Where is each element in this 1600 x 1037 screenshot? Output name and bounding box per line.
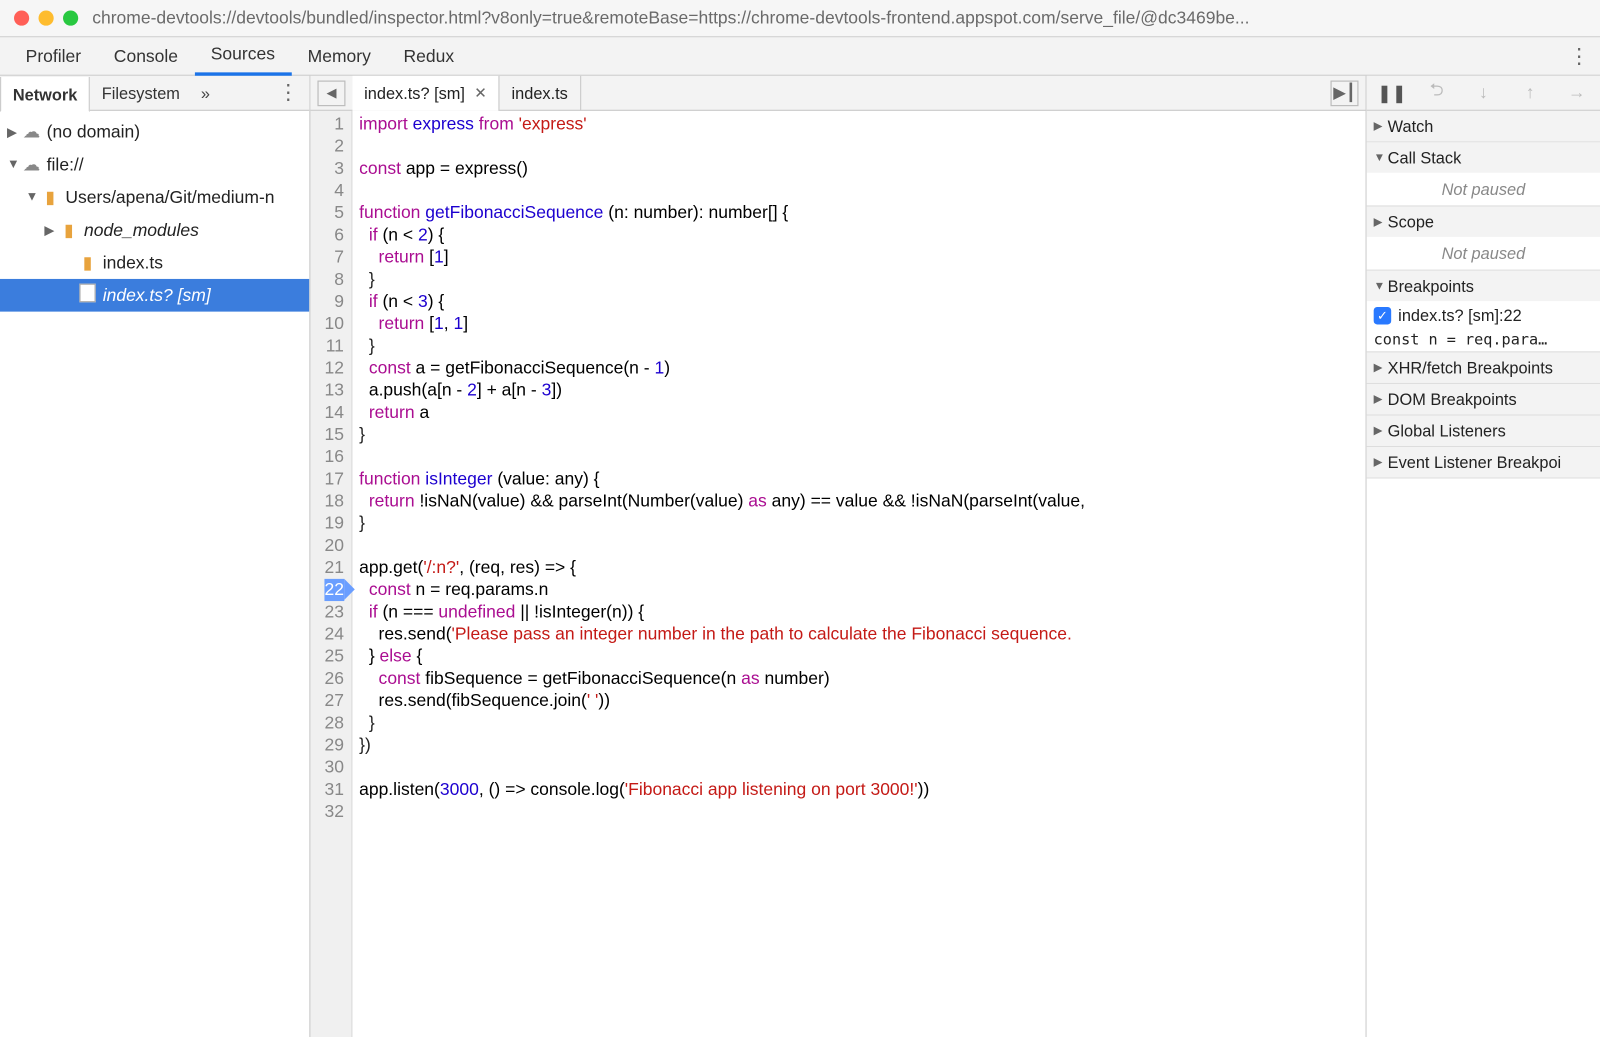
editor-tab-label: index.ts? [sm] [364,75,465,110]
pause-icon[interactable]: ❚❚ [1377,82,1403,103]
tab-console[interactable]: Console [97,37,194,76]
maximize-window-icon[interactable] [63,11,78,26]
folder-icon: ▮ [58,219,79,240]
section-title: Watch [1388,117,1434,136]
section-dom-breakpoints: ▶DOM Breakpoints [1367,384,1600,416]
close-tab-icon[interactable]: ✕ [474,75,487,110]
step-into-icon[interactable]: ↓ [1471,83,1497,103]
not-paused-label: Not paused [1367,237,1600,270]
tree-label: (no domain) [47,122,140,142]
step-out-icon[interactable]: ↑ [1517,83,1543,103]
tree-label: file:// [47,155,84,175]
section-title: Event Listener Breakpoi [1388,453,1561,472]
more-menu-icon[interactable]: ⋮ [1567,44,1590,69]
line-gutter[interactable]: 1234567891011121314151617181920212223242… [310,111,352,1037]
section-header[interactable]: ▼Breakpoints [1367,271,1600,301]
section-header[interactable]: ▼Call Stack [1367,142,1600,172]
section-title: Scope [1388,212,1434,231]
section-call-stack: ▼Call Stack Not paused [1367,142,1600,206]
tree-project-folder[interactable]: ▼▮ Users/apena/Git/medium-n [0,181,309,214]
tab-profiler[interactable]: Profiler [9,37,97,76]
editor-tab-index-ts[interactable]: index.ts [500,75,581,110]
section-header[interactable]: ▶Event Listener Breakpoi [1367,447,1600,477]
section-xhr-breakpoints: ▶XHR/fetch Breakpoints [1367,352,1600,384]
step-over-icon[interactable]: ⮌ [1424,78,1450,107]
tree-label: index.ts? [sm] [103,285,211,305]
not-paused-label: Not paused [1367,173,1600,206]
section-watch: ▶Watch [1367,111,1600,143]
section-header[interactable]: ▶Scope [1367,207,1600,237]
show-debugger-icon[interactable]: ▶┃ [1330,80,1358,106]
file-icon: ▮ [77,252,98,273]
minimize-window-icon[interactable] [39,11,54,26]
tree-label: index.ts [103,253,163,273]
cloud-icon [21,121,42,142]
file-tree: ▶ (no domain) ▼ file:// ▼▮ Users/apena/G… [0,111,309,1037]
step-icon[interactable]: → [1564,83,1590,103]
tab-redux[interactable]: Redux [387,37,470,76]
section-scope: ▶Scope Not paused [1367,207,1600,271]
section-header[interactable]: ▶Watch [1367,111,1600,141]
section-title: XHR/fetch Breakpoints [1388,358,1553,377]
section-header[interactable]: ▶XHR/fetch Breakpoints [1367,352,1600,382]
tab-memory[interactable]: Memory [291,37,387,76]
navigator-more-icon[interactable]: ⋮ [277,81,300,106]
file-icon [77,284,98,307]
section-title: Global Listeners [1388,421,1506,440]
tree-file-scheme[interactable]: ▼ file:// [0,148,309,181]
section-title: Breakpoints [1388,277,1474,296]
debugger-toolbar: ❚❚ ⮌ ↓ ↑ → [1367,76,1600,111]
close-window-icon[interactable] [14,11,29,26]
cloud-icon [21,154,42,175]
navigator-subtabs: Network Filesystem » ⋮ [0,76,309,111]
tree-label: Users/apena/Git/medium-n [65,187,274,207]
folder-icon: ▮ [40,187,61,208]
code-editor[interactable]: 1234567891011121314151617181920212223242… [310,111,1365,1037]
window-titlebar: chrome-devtools://devtools/bundled/inspe… [0,0,1600,37]
show-navigator-icon[interactable]: ◀ [317,80,345,106]
code-content[interactable]: import express from 'express'const app =… [352,111,1365,1037]
section-title: Call Stack [1388,148,1462,167]
subtab-filesystem[interactable]: Filesystem [90,75,191,110]
subtab-more-icon[interactable]: » [192,83,220,102]
editor-tab-index-sm[interactable]: index.ts? [sm] ✕ [352,75,499,110]
window-url: chrome-devtools://devtools/bundled/inspe… [92,8,1586,28]
section-global-listeners: ▶Global Listeners [1367,415,1600,447]
tree-no-domain[interactable]: ▶ (no domain) [0,116,309,149]
devtools-tabs: Profiler Console Sources Memory Redux ⋮ [0,37,1600,76]
subtab-network[interactable]: Network [0,76,90,111]
tab-sources[interactable]: Sources [194,37,291,76]
tree-file-index-ts[interactable]: ▮ index.ts [0,246,309,279]
tree-node-modules[interactable]: ▶▮ node_modules [0,214,309,247]
breakpoint-code-preview: const n = req.para… [1367,329,1600,351]
breakpoint-entry[interactable]: ✓ index.ts? [sm]:22 [1367,301,1600,329]
tree-file-index-sm[interactable]: index.ts? [sm] [0,279,309,312]
editor-tab-label: index.ts [512,75,568,110]
section-event-breakpoints: ▶Event Listener Breakpoi [1367,447,1600,479]
section-header[interactable]: ▶DOM Breakpoints [1367,384,1600,414]
tree-label: node_modules [84,220,199,240]
editor-tabs: ◀ index.ts? [sm] ✕ index.ts ▶┃ [310,76,1365,111]
checkbox-icon[interactable]: ✓ [1374,306,1392,324]
section-breakpoints: ▼Breakpoints ✓ index.ts? [sm]:22 const n… [1367,271,1600,353]
breakpoint-location: index.ts? [sm]:22 [1398,306,1522,325]
traffic-lights [14,11,78,26]
section-header[interactable]: ▶Global Listeners [1367,415,1600,445]
section-title: DOM Breakpoints [1388,390,1517,409]
